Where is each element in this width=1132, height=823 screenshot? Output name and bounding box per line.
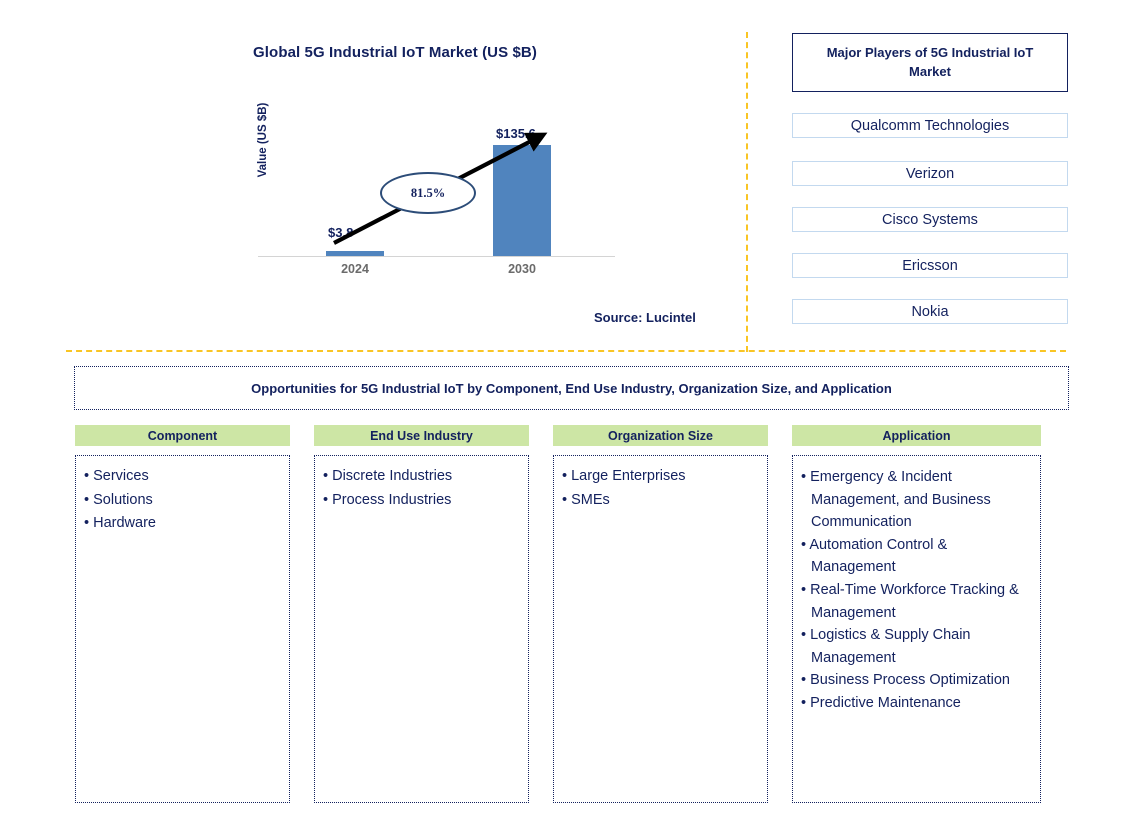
list-item: Discrete Industries [323,466,520,487]
player-box-5[interactable]: Nokia [792,299,1068,324]
list-item: Process Industries [323,490,520,511]
chart-title: Global 5G Industrial IoT Market (US $B) [253,44,537,61]
list-item: Emergency & Incident Management, and Bus… [801,466,1032,534]
list-item: Automation Control & Management [801,534,1032,579]
x-axis-line [258,256,615,257]
column-body-organization-size: Large Enterprises SMEs [553,455,768,803]
list-item: Logistics & Supply Chain Management [801,624,1032,669]
player-box-4[interactable]: Ericsson [792,253,1068,278]
player-box-1[interactable]: Qualcomm Technologies [792,113,1068,138]
bar-value-2024: $3.8 [328,225,354,240]
source-note: Source: Lucintel [594,310,696,325]
player-label: Nokia [911,303,949,320]
players-panel-header: Major Players of 5G Industrial IoT Marke… [792,33,1068,92]
player-label: Ericsson [902,257,958,274]
list-item: Predictive Maintenance [801,692,1032,715]
bar-value-2030: $135.6 [496,126,536,141]
list-item: Large Enterprises [562,466,759,487]
list-item: Solutions [84,490,281,511]
player-label: Qualcomm Technologies [850,117,1010,134]
column-header-application: Application [792,425,1041,446]
column-header-component: Component [75,425,290,446]
column-header-end-use-industry: End Use Industry [314,425,529,446]
list-item: SMEs [562,490,759,511]
column-body-application: Emergency & Incident Management, and Bus… [792,455,1041,803]
horizontal-divider [66,350,1066,352]
vertical-divider [746,32,748,352]
column-body-component: Services Solutions Hardware [75,455,290,803]
player-box-2[interactable]: Verizon [792,161,1068,186]
bar-2024 [326,251,384,256]
cagr-ellipse: 81.5% [380,172,476,214]
opportunities-banner: Opportunities for 5G Industrial IoT by C… [74,366,1069,410]
x-tick-2030: 2030 [508,262,536,276]
infographic-canvas: Global 5G Industrial IoT Market (US $B) … [0,0,1132,823]
bar-chart: Value (US $B) $3.8 $135.6 2024 2030 81.5… [257,103,618,280]
player-label: Verizon [905,165,955,182]
player-label: Cisco Systems [882,211,978,228]
list-item: Hardware [84,513,281,534]
x-tick-2024: 2024 [341,262,369,276]
cagr-value: 81.5% [410,185,446,200]
player-box-3[interactable]: Cisco Systems [792,207,1068,232]
column-header-organization-size: Organization Size [553,425,768,446]
column-body-end-use-industry: Discrete Industries Process Industries [314,455,529,803]
list-item: Business Process Optimization [801,669,1032,692]
y-axis-label: Value (US $B) [257,102,269,178]
list-item: Services [84,466,281,487]
list-item: Real-Time Workforce Tracking & Managemen… [801,579,1032,624]
bar-2030 [493,145,551,256]
